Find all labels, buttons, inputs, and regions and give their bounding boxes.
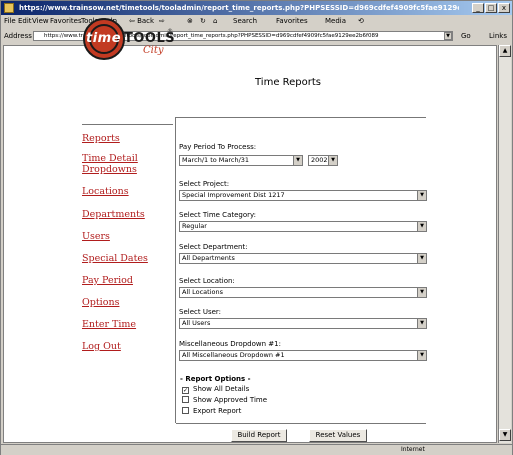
vertical-scrollbar[interactable]: ▲ ▼ [498, 45, 511, 443]
show-all-details-option: ✓ Show All Details [182, 385, 249, 394]
chevron-down-icon: ▼ [417, 191, 426, 200]
category-value: Regular [182, 222, 207, 230]
nav-enter-time[interactable]: Enter Time [82, 319, 136, 330]
export-report-checkbox[interactable] [182, 407, 189, 414]
export-report-option: Export Report [182, 407, 241, 416]
close-button[interactable]: x [498, 3, 510, 13]
report-options-title: - Report Options - [180, 375, 251, 383]
maximize-button[interactable]: □ [485, 3, 497, 13]
nav-divider [82, 124, 173, 125]
user-label: Select User: [179, 308, 222, 316]
menu-favorites[interactable]: Favorites [50, 15, 82, 27]
department-label: Select Department: [179, 243, 248, 251]
show-approved-time-option: Show Approved Time [182, 396, 267, 405]
location-select[interactable]: All Locations ▼ [179, 287, 427, 298]
category-label: Select Time Category: [179, 211, 256, 219]
logo-city-text: City [143, 45, 164, 56]
nav-departments[interactable]: Departments [82, 209, 145, 220]
nav-pay-period[interactable]: Pay Period [82, 275, 133, 286]
address-dropdown-button[interactable]: ▼ [444, 32, 452, 40]
chevron-down-icon: ▼ [417, 351, 426, 360]
misc-dropdown-value: All Miscellaneous Dropdown #1 [182, 351, 285, 359]
chevron-down-icon: ▼ [293, 156, 302, 165]
search-button[interactable]: Search [233, 15, 257, 27]
department-select[interactable]: All Departments ▼ [179, 253, 427, 264]
stop-icon[interactable]: ⊗ [187, 15, 193, 27]
chevron-down-icon: ▼ [417, 222, 426, 231]
year-select[interactable]: 2002 ▼ [308, 155, 338, 166]
show-all-details-checkbox[interactable]: ✓ [182, 387, 189, 394]
minimize-button[interactable]: _ [472, 3, 484, 13]
menu-view[interactable]: View [32, 15, 49, 27]
user-value: All Users [182, 319, 211, 327]
history-icon[interactable]: ⟲ [358, 15, 364, 27]
show-all-details-label: Show All Details [193, 385, 250, 393]
nav-time-detail-dropdowns[interactable]: Time Detail Dropdowns [82, 153, 152, 175]
ie-icon [4, 3, 14, 13]
home-icon[interactable]: ⌂ [213, 15, 217, 27]
status-bar: Internet [1, 444, 512, 455]
menu-edit[interactable]: Edit [18, 15, 32, 27]
location-label: Select Location: [179, 277, 235, 285]
pay-period-value: March/1 to March/31 [182, 156, 250, 164]
project-select[interactable]: Special Improvement Dist 1217 ▼ [179, 190, 427, 201]
forward-button[interactable]: ⇨ [159, 15, 165, 27]
build-report-button[interactable]: Build Report [231, 429, 287, 442]
nav-reports[interactable]: Reports [82, 133, 120, 144]
menu-bar: File Edit View Favorites Tools Help ⇦ Ba… [1, 15, 512, 27]
misc-dropdown-label: Miscellaneous Dropdown #1: [179, 340, 281, 348]
title-bar: https://www.trainsow.net/timetools/toola… [1, 1, 512, 15]
menu-file[interactable]: File [4, 15, 16, 27]
media-button[interactable]: Media [325, 15, 346, 27]
chevron-down-icon: ▼ [417, 288, 426, 297]
export-report-label: Export Report [193, 407, 242, 415]
report-bottom-divider [176, 423, 426, 424]
nav-locations[interactable]: Locations [82, 186, 129, 197]
back-button[interactable]: ⇦ Back [129, 15, 154, 27]
report-top-divider [176, 117, 426, 118]
department-value: All Departments [182, 254, 235, 262]
links-button[interactable]: Links [489, 29, 507, 43]
location-value: All Locations [182, 288, 224, 296]
nav-users[interactable]: Users [82, 231, 110, 242]
nav-special-dates[interactable]: Special Dates [82, 253, 148, 264]
nav-log-out[interactable]: Log Out [82, 341, 121, 352]
user-select[interactable]: All Users ▼ [179, 318, 427, 329]
project-value: Special Improvement Dist 1217 [182, 191, 285, 199]
chevron-down-icon: ▼ [328, 156, 337, 165]
internet-zone: Internet [401, 446, 425, 453]
project-label: Select Project: [179, 180, 230, 188]
year-value: 2002 [311, 156, 328, 164]
logo-trademark: ® [167, 28, 173, 35]
page-title: Time Reports [255, 77, 322, 88]
category-select[interactable]: Regular ▼ [179, 221, 427, 232]
chevron-down-icon: ▼ [417, 319, 426, 328]
nav-options[interactable]: Options [82, 297, 119, 308]
show-approved-time-checkbox[interactable] [182, 396, 189, 403]
address-label: Address [4, 32, 32, 40]
address-bar: Address https://www.trainsow.net/timetoo… [1, 29, 512, 43]
window-title: https://www.trainsow.net/timetools/toola… [19, 4, 459, 12]
pay-period-select[interactable]: March/1 to March/31 ▼ [179, 155, 303, 166]
favorites-button[interactable]: Favorites [276, 15, 308, 27]
pay-period-label: Pay Period To Process: [179, 143, 257, 151]
refresh-icon[interactable]: ↻ [200, 15, 206, 27]
logo-time-text: time [86, 31, 122, 46]
chevron-down-icon: ▼ [417, 254, 426, 263]
scroll-up-button[interactable]: ▲ [499, 45, 511, 57]
go-button[interactable]: Go [461, 29, 471, 43]
misc-dropdown-select[interactable]: All Miscellaneous Dropdown #1 ▼ [179, 350, 427, 361]
report-left-divider [175, 117, 176, 423]
reset-values-button[interactable]: Reset Values [309, 429, 367, 442]
show-approved-time-label: Show Approved Time [193, 396, 268, 404]
page-content [3, 45, 497, 443]
scroll-down-button[interactable]: ▼ [499, 429, 511, 441]
